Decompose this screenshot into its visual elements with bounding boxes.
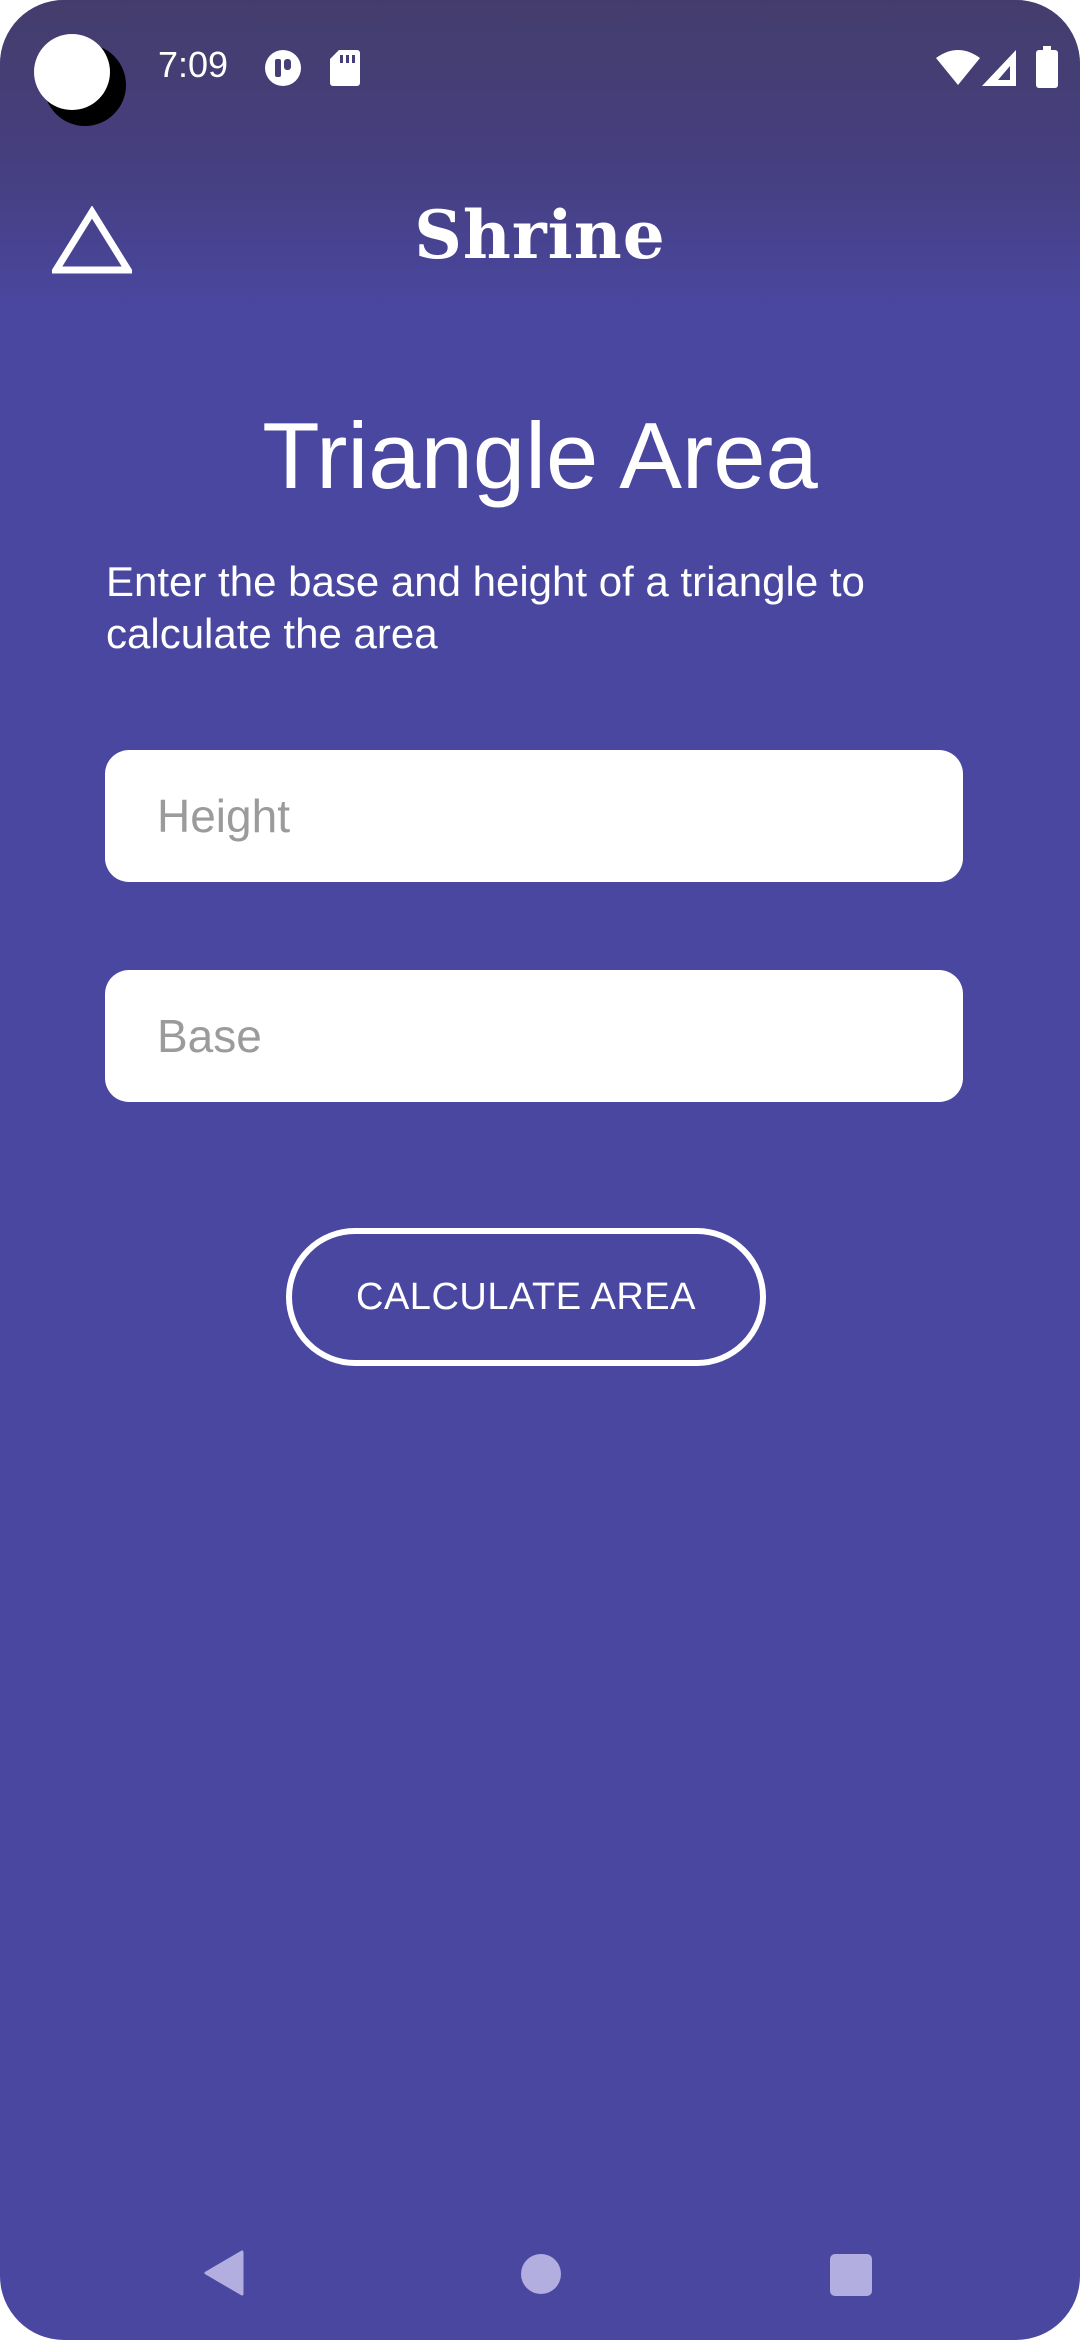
height-field xyxy=(105,750,963,882)
app-screen: 7:09 Shrine Triangle Area Enter the base… xyxy=(0,0,1080,2340)
description-text: Enter the base and height of a triangle … xyxy=(106,558,865,657)
status-bar: 7:09 xyxy=(0,0,1080,140)
sd-card-icon xyxy=(330,50,360,86)
recents-icon[interactable] xyxy=(829,2253,873,2297)
height-input[interactable] xyxy=(105,750,963,882)
app-notification-icon xyxy=(265,50,301,86)
back-icon[interactable] xyxy=(204,2250,244,2296)
page-title: Triangle Area xyxy=(262,403,818,508)
battery-icon xyxy=(1036,46,1058,88)
wifi-icon xyxy=(936,50,980,85)
camera-cutout-icon xyxy=(34,34,126,126)
calculate-area-button[interactable]: CALCULATE AREA xyxy=(286,1228,766,1366)
app-title: Shrine xyxy=(414,196,666,274)
base-field xyxy=(105,970,963,1102)
home-icon[interactable] xyxy=(520,2253,562,2295)
cellular-signal-icon xyxy=(982,50,1016,86)
status-time: 7:09 xyxy=(158,44,229,85)
base-input[interactable] xyxy=(105,970,963,1102)
